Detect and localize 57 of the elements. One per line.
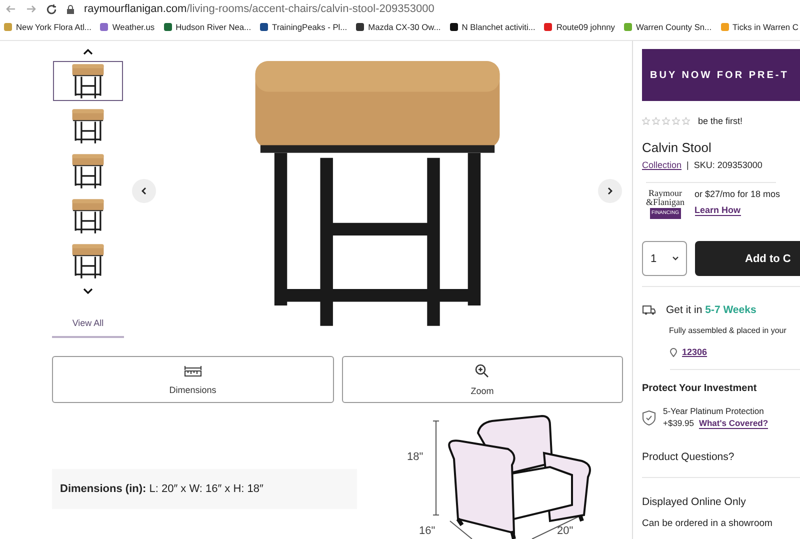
width-dimension-label: 20" [557,525,574,537]
star-icon [662,117,670,125]
showroom-note: Can be ordered in a showroom [642,518,774,529]
bookmark[interactable]: TrainingPeaks - Pl... [260,22,348,32]
bookmark[interactable]: N Blanchet activiti... [450,22,536,32]
down-chevron-icon[interactable] [83,288,93,294]
up-chevron-icon[interactable] [83,49,93,55]
pre-order-banner[interactable]: BUY NOW FOR PRE-T [642,49,800,101]
truck-icon [642,305,656,315]
previous-image-button[interactable] [132,179,156,203]
star-icon [672,117,680,125]
zoom-in-icon [475,364,490,378]
star-icon [652,117,660,125]
zip-code-link[interactable]: 12306 [682,347,708,357]
dimensions-button[interactable]: Dimensions [52,356,334,403]
chevron-right-icon [607,187,613,195]
financing-offer: or $27/mo for 18 mos [694,189,780,199]
product-questions-heading[interactable]: Product Questions? [642,451,800,478]
separator: | [686,160,689,170]
add-to-cart-button[interactable]: Add to C [695,241,800,276]
zoom-button[interactable]: Zoom [342,356,623,403]
delivery-note: Fully assembled & placed in your [669,326,788,335]
learn-how-link[interactable]: Learn How [694,205,741,216]
depth-dimension-label: 16" [419,525,436,537]
protection-heading: Protect Your Investment [642,383,758,394]
quantity-select[interactable]: 1 [642,241,687,276]
height-dimension-label: 18" [407,451,424,463]
ruler-icon [184,364,202,376]
location-pin-icon [670,348,677,356]
bookmark[interactable]: Weather.us [100,22,155,32]
protection-price: +$39.95 [663,418,694,429]
star-icon [682,117,690,125]
sku-text: SKU: 209353000 [694,160,762,170]
reload-icon[interactable] [46,4,57,14]
lock-icon [67,4,74,14]
bookmark[interactable]: New York Flora Atl... [4,22,92,32]
star-icon [642,117,650,125]
rating-prompt: be the first! [698,116,743,126]
protection-plan: 5-Year Platinum Protection [663,406,765,416]
bookmark[interactable]: Route09 johnny [544,22,615,32]
chevron-down-icon [672,256,679,261]
next-image-button[interactable] [598,179,622,203]
product-title: Calvin Stool [642,140,712,155]
bookmark[interactable]: Warren County Sn... [624,22,712,32]
address-bar[interactable]: raymourflanigan.com/living-rooms/accent-chairs/calvin-stool-209353000 [84,3,434,15]
thumbnail[interactable] [53,61,123,101]
bookmark[interactable]: Ticks in Warren C [720,22,798,32]
collection-link[interactable]: Collection [642,160,682,170]
view-all-link[interactable]: View All [52,318,124,338]
whats-covered-link[interactable]: What's Covered? [698,418,768,429]
delivery-estimate: Get it in 5-7 Weeks [666,304,756,316]
availability-text: Displayed Online Only [642,496,747,508]
shield-check-icon [642,410,656,426]
bookmark[interactable]: Mazda CX-30 Ow... [356,22,441,32]
dimensions-text: Dimensions (in): L: 20″ x W: 16″ x H: 18″ [52,469,357,509]
chevron-left-icon [141,187,147,195]
bookmark[interactable]: Hudson River Nea... [164,22,252,32]
